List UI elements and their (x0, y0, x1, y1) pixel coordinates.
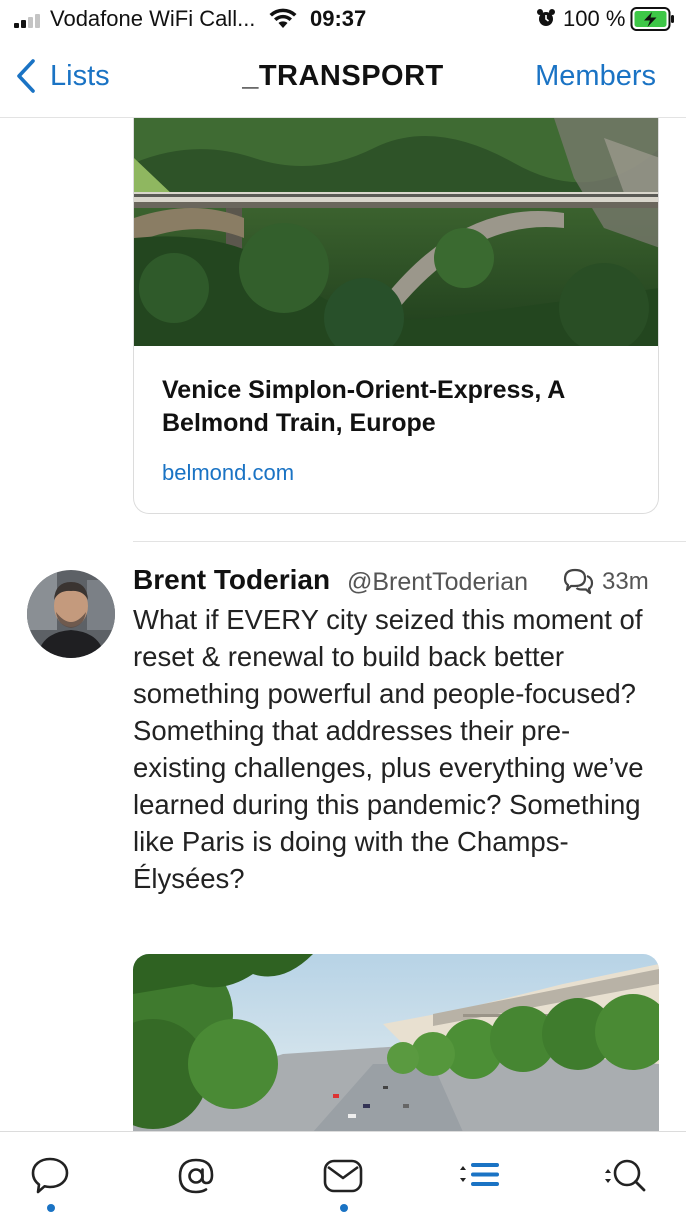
search-icon (605, 1159, 646, 1192)
status-time: 09:37 (310, 6, 367, 31)
speech-bubble-icon (31, 1157, 69, 1194)
unread-dot (47, 1204, 55, 1212)
nav-bar: Lists _TRANSPORT Members (0, 40, 686, 118)
champs-elysees-image (133, 954, 659, 1132)
lists-icon (460, 1163, 499, 1186)
tweet-divider (133, 541, 686, 542)
carrier-name: Vodafone WiFi Call... (50, 6, 256, 31)
signal-icon (14, 14, 46, 28)
tab-messages[interactable] (313, 1150, 373, 1212)
at-sign-icon (178, 1158, 214, 1194)
envelope-icon (323, 1159, 363, 1193)
tab-timeline[interactable] (20, 1150, 80, 1212)
tab-search[interactable] (595, 1150, 655, 1210)
tab-bar (0, 1131, 686, 1220)
conversation-icon (563, 568, 594, 595)
tab-mentions[interactable] (166, 1150, 226, 1210)
battery-percentage: 100 % (563, 6, 626, 31)
tweet-time: 33m (602, 568, 649, 595)
battery-charging-icon (630, 7, 674, 31)
link-card-domain: belmond.com (162, 460, 295, 485)
author-name[interactable]: Brent Toderian (133, 564, 330, 596)
alarm-icon (537, 9, 555, 26)
tweet-media-image[interactable] (133, 954, 659, 1132)
tab-lists[interactable] (450, 1150, 510, 1210)
train-bridge-image (134, 118, 658, 346)
author-avatar-image (27, 570, 115, 658)
link-card[interactable]: Venice Simplon-Orient-Express, A Belmond… (133, 118, 659, 514)
avatar[interactable] (27, 570, 115, 658)
members-button[interactable]: Members (535, 60, 656, 93)
wifi-icon (269, 8, 297, 28)
link-card-title: Venice Simplon-Orient-Express, A Belmond… (162, 376, 565, 437)
tweet-text: What if EVERY city seized this moment of… (133, 604, 644, 894)
status-bar: Vodafone WiFi Call... 09:37 100 % (0, 0, 686, 40)
unread-dot (340, 1204, 348, 1212)
author-handle: @BrentToderian (347, 568, 529, 596)
